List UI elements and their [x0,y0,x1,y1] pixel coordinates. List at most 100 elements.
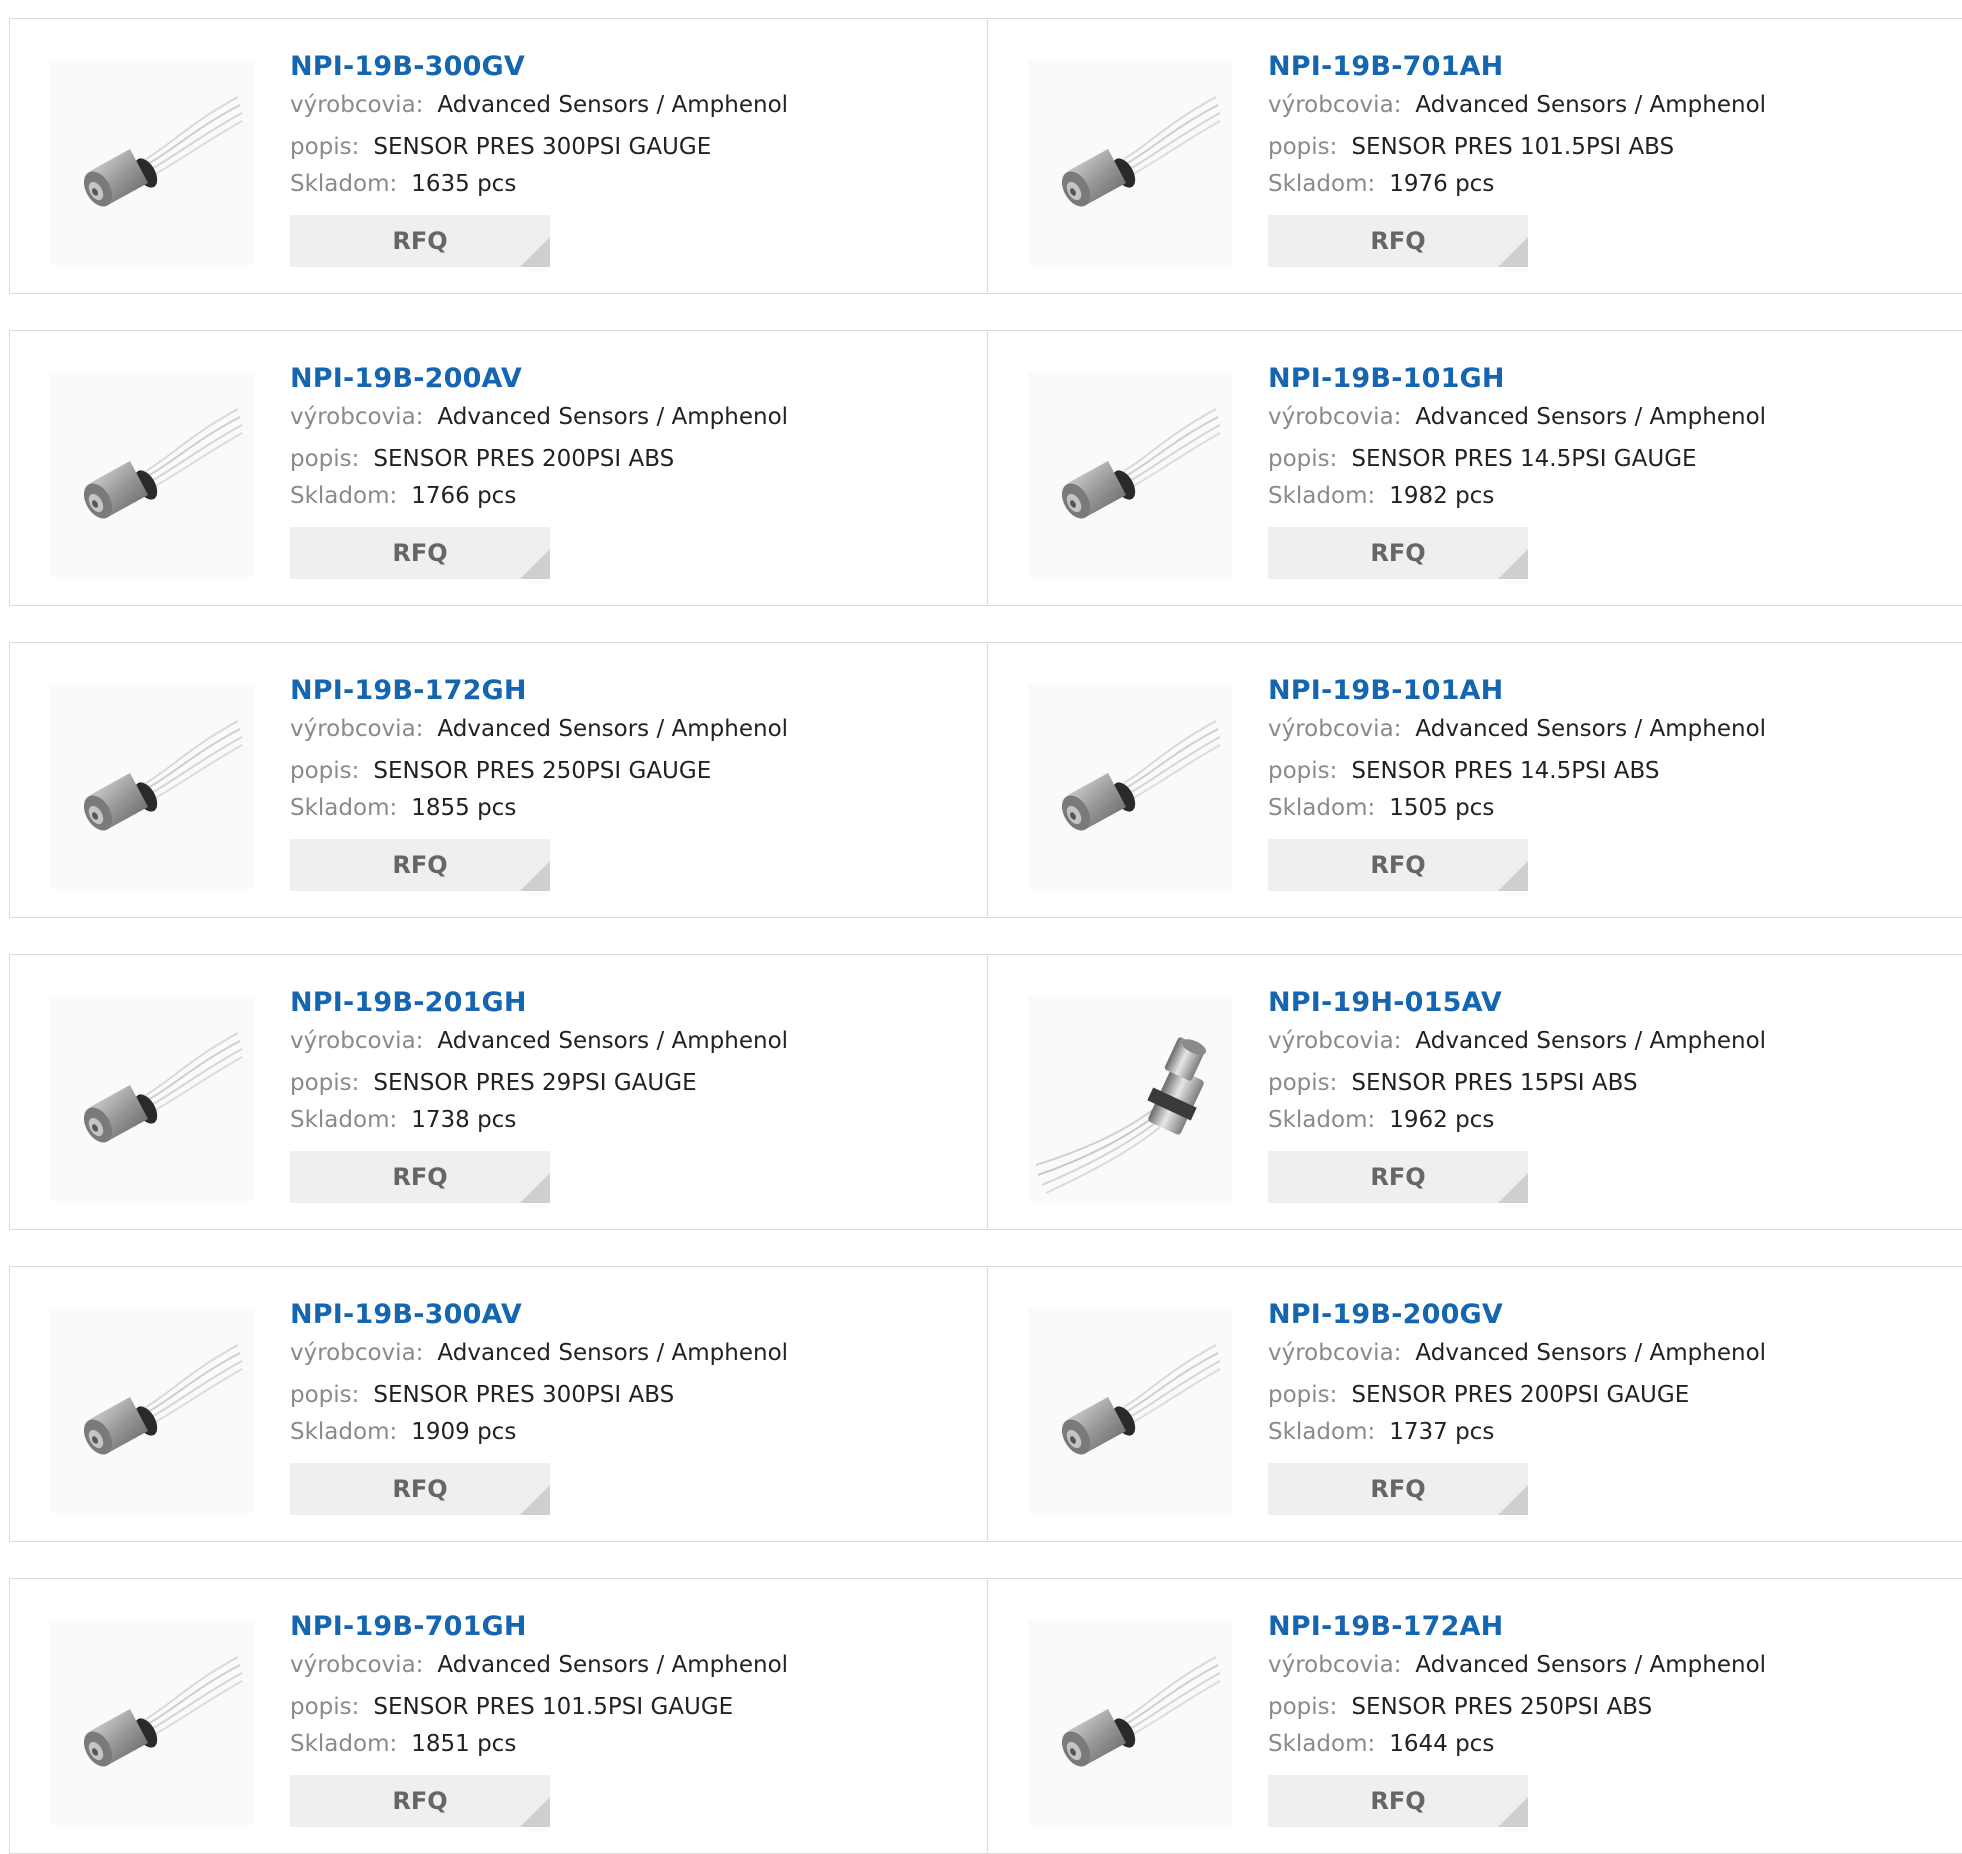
stock-value: 1851 pcs [411,1731,517,1757]
manufacturer-label: výrobcovia: [290,1652,424,1678]
part-number-link[interactable]: NPI-19H-015AV [1268,983,1953,1023]
part-number-link[interactable]: NPI-19B-101GH [1268,359,1953,399]
stock-value: 1855 pcs [411,795,517,821]
product-image[interactable] [1028,61,1232,265]
rfq-button[interactable]: RFQ [1268,1775,1528,1827]
part-number-link[interactable]: NPI-19B-300GV [290,47,977,87]
rfq-button[interactable]: RFQ [1268,527,1528,579]
rfq-label: RFQ [1370,1475,1426,1503]
description-value: SENSOR PRES 300PSI ABS [373,1382,675,1408]
product-image[interactable] [1028,685,1232,889]
rfq-button[interactable]: RFQ [290,839,550,891]
manufacturer-line: výrobcovia: Advanced Sensors / Amphenol [290,399,977,436]
product-image[interactable] [50,685,254,889]
rfq-button[interactable]: RFQ [290,1151,550,1203]
rfq-label: RFQ [392,1475,448,1503]
corner-triangle-icon [1498,1173,1528,1203]
product-info: NPI-19B-200GV výrobcovia: Advanced Sensor… [1268,1295,1953,1515]
stock-line: Skladom: 1976 pcs [1268,166,1953,203]
manufacturer-label: výrobcovia: [290,92,424,118]
rfq-button[interactable]: RFQ [290,1775,550,1827]
description-line: popis: SENSOR PRES 14.5PSI ABS [1268,753,1953,790]
rfq-button[interactable]: RFQ [1268,1151,1528,1203]
description-line: popis: SENSOR PRES 200PSI GAUGE [1268,1377,1953,1414]
part-number-link[interactable]: NPI-19B-172GH [290,671,977,711]
part-number-link[interactable]: NPI-19B-172AH [1268,1607,1953,1647]
product-info: NPI-19B-101AH výrobcovia: Advanced Sensor… [1268,671,1953,891]
rfq-label: RFQ [1370,227,1426,255]
manufacturer-value: Advanced Sensors / Amphenol [1415,1652,1767,1678]
description-value: SENSOR PRES 15PSI ABS [1351,1070,1638,1096]
stock-value: 1635 pcs [411,171,517,197]
corner-triangle-icon [520,1173,550,1203]
pressure-sensor-angled-image [1061,96,1221,207]
stock-line: Skladom: 1766 pcs [290,478,977,515]
rfq-button[interactable]: RFQ [1268,215,1528,267]
description-line: popis: SENSOR PRES 200PSI ABS [290,441,977,478]
pressure-sensor-upright-image [1035,1037,1207,1194]
description-line: popis: SENSOR PRES 300PSI GAUGE [290,129,977,166]
stock-line: Skladom: 1909 pcs [290,1414,977,1451]
product-image[interactable] [50,1621,254,1825]
description-label: popis: [1268,446,1338,472]
manufacturer-line: výrobcovia: Advanced Sensors / Amphenol [1268,399,1953,436]
description-value: SENSOR PRES 14.5PSI GAUGE [1351,446,1697,472]
manufacturer-line: výrobcovia: Advanced Sensors / Amphenol [1268,1023,1953,1060]
product-image[interactable] [50,373,254,577]
product-image[interactable] [1028,997,1232,1201]
part-number-link[interactable]: NPI-19B-701AH [1268,47,1953,87]
corner-triangle-icon [1498,1485,1528,1515]
stock-label: Skladom: [290,1731,398,1757]
description-label: popis: [1268,134,1338,160]
product-row: NPI-19B-300GV výrobcovia: Advanced Sensor… [9,18,1962,294]
description-line: popis: SENSOR PRES 250PSI GAUGE [290,753,977,790]
stock-label: Skladom: [1268,795,1376,821]
manufacturer-line: výrobcovia: Advanced Sensors / Amphenol [1268,1647,1953,1684]
manufacturer-value: Advanced Sensors / Amphenol [1415,92,1767,118]
product-info: NPI-19B-200AV výrobcovia: Advanced Sensor… [290,359,977,579]
rfq-button[interactable]: RFQ [290,1463,550,1515]
manufacturer-label: výrobcovia: [290,1340,424,1366]
rfq-label: RFQ [1370,1163,1426,1191]
product-image[interactable] [50,1309,254,1513]
description-label: popis: [1268,1070,1338,1096]
manufacturer-line: výrobcovia: Advanced Sensors / Amphenol [290,87,977,124]
corner-triangle-icon [1498,1797,1528,1827]
product-image[interactable] [50,61,254,265]
product-card: NPI-19B-200GV výrobcovia: Advanced Sensor… [988,1267,1962,1541]
rfq-button[interactable]: RFQ [1268,1463,1528,1515]
description-value: SENSOR PRES 200PSI GAUGE [1351,1382,1690,1408]
part-number-link[interactable]: NPI-19B-200AV [290,359,977,399]
product-image[interactable] [1028,1621,1232,1825]
stock-line: Skladom: 1851 pcs [290,1726,977,1763]
part-number-link[interactable]: NPI-19B-201GH [290,983,977,1023]
pressure-sensor-angled-image [83,720,243,831]
corner-triangle-icon [520,861,550,891]
part-number-link[interactable]: NPI-19B-300AV [290,1295,977,1335]
product-info: NPI-19B-101GH výrobcovia: Advanced Sensor… [1268,359,1953,579]
rfq-button[interactable]: RFQ [1268,839,1528,891]
product-info: NPI-19B-701AH výrobcovia: Advanced Sensor… [1268,47,1953,267]
manufacturer-label: výrobcovia: [290,716,424,742]
part-number-link[interactable]: NPI-19B-200GV [1268,1295,1953,1335]
stock-label: Skladom: [1268,1107,1376,1133]
rfq-label: RFQ [392,539,448,567]
manufacturer-line: výrobcovia: Advanced Sensors / Amphenol [290,1647,977,1684]
product-image[interactable] [1028,1309,1232,1513]
stock-value: 1644 pcs [1389,1731,1495,1757]
manufacturer-value: Advanced Sensors / Amphenol [1415,716,1767,742]
rfq-button[interactable]: RFQ [290,215,550,267]
part-number-link[interactable]: NPI-19B-701GH [290,1607,977,1647]
manufacturer-value: Advanced Sensors / Amphenol [437,1652,789,1678]
part-number-link[interactable]: NPI-19B-101AH [1268,671,1953,711]
manufacturer-label: výrobcovia: [1268,1652,1402,1678]
description-line: popis: SENSOR PRES 15PSI ABS [1268,1065,1953,1102]
product-image[interactable] [1028,373,1232,577]
stock-value: 1737 pcs [1389,1419,1495,1445]
stock-label: Skladom: [1268,1419,1376,1445]
manufacturer-value: Advanced Sensors / Amphenol [437,404,789,430]
product-info: NPI-19B-300AV výrobcovia: Advanced Sensor… [290,1295,977,1515]
rfq-label: RFQ [1370,1787,1426,1815]
product-image[interactable] [50,997,254,1201]
rfq-button[interactable]: RFQ [290,527,550,579]
